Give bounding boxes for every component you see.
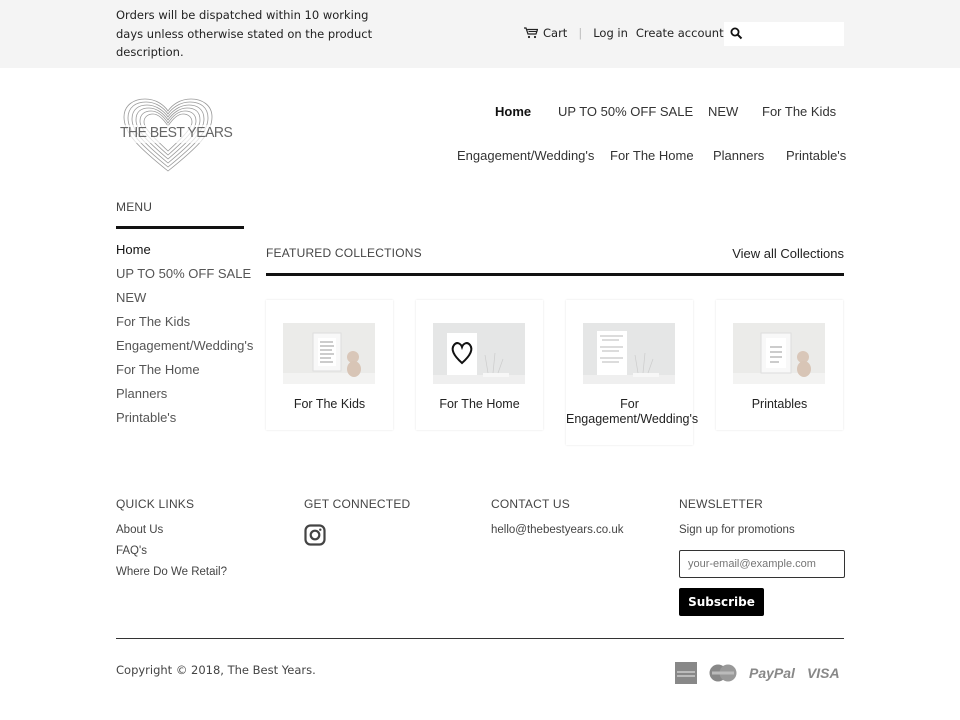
visa-icon: VISA [806, 665, 840, 681]
collection-image[interactable] [583, 323, 675, 384]
sidebar-item-sale[interactable]: UP TO 50% OFF SALE [116, 265, 251, 289]
nav-home[interactable]: Home [495, 104, 531, 119]
collection-image[interactable] [283, 323, 375, 384]
featured-collections: FEATURED COLLECTIONS View all Collection… [266, 246, 844, 445]
collection-label[interactable]: For The Kids [266, 397, 393, 412]
footer-link-about-us[interactable]: About Us [116, 523, 227, 544]
collection-image[interactable] [733, 323, 825, 384]
sidebar-divider [116, 226, 244, 229]
login-link[interactable]: Log in [593, 26, 628, 40]
quick-links-title: QUICK LINKS [116, 497, 195, 511]
search-input[interactable] [748, 24, 840, 44]
divider: | [578, 26, 583, 40]
account-links: Cart | Log in Create account [524, 26, 724, 40]
collection-card-printables[interactable]: Printables [716, 300, 843, 430]
mastercard-icon [709, 664, 737, 682]
footer-link-faqs[interactable]: FAQ's [116, 544, 227, 565]
sidebar-item-for-the-home[interactable]: For The Home [116, 361, 244, 385]
contact-title: CONTACT US [491, 497, 570, 511]
logo-text: THE BEST YEARS [120, 124, 233, 141]
newsletter-title: NEWSLETTER [679, 497, 764, 511]
sidebar-item-home[interactable]: Home [116, 241, 244, 265]
cart-link[interactable]: Cart [543, 26, 567, 40]
nav-for-the-home[interactable]: For The Home [610, 148, 694, 163]
view-all-collections-link[interactable]: View all Collections [732, 246, 844, 261]
contact-email[interactable]: hello@thebestyears.co.uk [491, 524, 624, 536]
featured-divider [266, 273, 844, 276]
sidebar-menu: MENU Home UP TO 50% OFF SALE NEW For The… [116, 200, 253, 433]
footer-quick-links: QUICK LINKS About Us FAQ's Where Do We R… [116, 497, 227, 586]
get-connected-title: GET CONNECTED [304, 497, 411, 511]
collection-card-engagement-weddings[interactable]: For Engagement/Wedding's [566, 300, 698, 445]
payment-methods: PayPal VISA [675, 662, 840, 684]
paypal-icon: PayPal [749, 665, 795, 681]
cart-icon[interactable] [524, 27, 538, 39]
newsletter-text: Sign up for promotions [679, 524, 795, 536]
search-box[interactable] [724, 22, 844, 46]
sidebar-item-new[interactable]: NEW [116, 289, 244, 313]
collection-card-home[interactable]: For The Home [416, 300, 543, 430]
nav-new[interactable]: NEW [708, 104, 738, 119]
announcement-bar: Orders will be dispatched within 10 work… [0, 0, 960, 68]
nav-printables[interactable]: Printable's [786, 148, 846, 163]
create-account-link[interactable]: Create account [636, 26, 724, 40]
footer-divider [116, 638, 844, 639]
nav-for-the-kids[interactable]: For The Kids [762, 104, 836, 119]
sidebar-item-planners[interactable]: Planners [116, 385, 244, 409]
announcement-text: Orders will be dispatched within 10 work… [116, 8, 373, 59]
sidebar-item-for-the-kids[interactable]: For The Kids [116, 313, 244, 337]
nav-engagement-weddings[interactable]: Engagement/Wedding's [457, 148, 594, 163]
subscribe-button[interactable]: Subscribe [679, 588, 764, 616]
amex-icon [675, 662, 697, 684]
collection-card-kids[interactable]: For The Kids [266, 300, 393, 430]
instagram-icon[interactable] [304, 524, 326, 546]
newsletter-email-input[interactable] [679, 550, 845, 578]
sidebar-item-printables[interactable]: Printable's [116, 409, 244, 433]
footer-get-connected: GET CONNECTED [304, 497, 410, 551]
footer-contact: CONTACT US hello@thebestyears.co.uk [491, 497, 624, 536]
collection-label[interactable]: Printables [716, 397, 843, 412]
sidebar-title: MENU [116, 200, 153, 214]
nav-planners[interactable]: Planners [713, 148, 764, 163]
collection-image[interactable] [433, 323, 525, 384]
site-logo[interactable]: THE BEST YEARS [118, 97, 233, 173]
sidebar-item-engagement-weddings[interactable]: Engagement/Wedding's [116, 337, 253, 361]
featured-title: FEATURED COLLECTIONS [266, 246, 422, 260]
collection-label[interactable]: For The Home [416, 397, 543, 412]
footer-link-where-do-we-retail[interactable]: Where Do We Retail? [116, 565, 227, 586]
copyright-text: Copyright © 2018, The Best Years. [116, 663, 316, 677]
nav-sale[interactable]: UP TO 50% OFF SALE [558, 104, 693, 119]
search-icon[interactable] [730, 27, 743, 40]
collection-label[interactable]: For Engagement/Wedding's [566, 397, 698, 427]
footer-newsletter: NEWSLETTER Sign up for promotions Subscr… [679, 497, 845, 627]
